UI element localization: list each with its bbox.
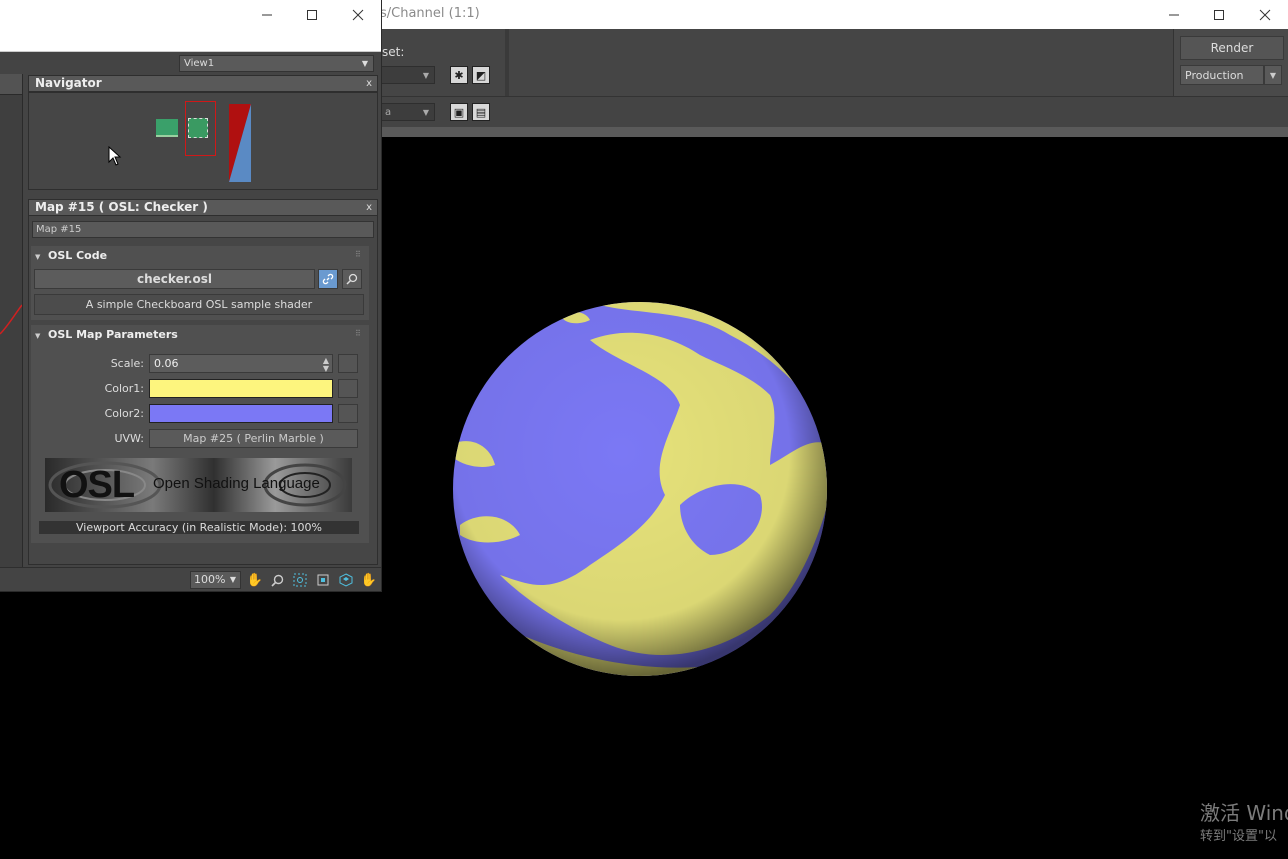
rendered-sphere (453, 302, 827, 676)
render-mode-select[interactable]: Production (1180, 65, 1264, 85)
slate-menubar (0, 30, 381, 52)
close-icon[interactable]: x (366, 76, 372, 91)
navigator-header[interactable]: Navigator x (28, 75, 378, 92)
toolbar-divider (505, 29, 509, 96)
pan-hand-icon[interactable]: ✋ (246, 571, 264, 589)
zoom-select[interactable]: 100% ▼ (190, 571, 241, 589)
drag-handle-icon[interactable]: ⠿ (355, 250, 362, 259)
maximize-icon[interactable] (289, 0, 335, 29)
color1-label: Color1: (104, 382, 144, 395)
channel-dropdown[interactable]: a ▼ (381, 103, 435, 121)
navigator-selected-node (188, 118, 208, 138)
minimize-icon[interactable] (1151, 0, 1197, 29)
osl-logo: OSL Open Shading Language (45, 458, 352, 512)
zoom-extents-icon[interactable] (314, 571, 332, 589)
osl-logo-caption: Open Shading Language (153, 475, 320, 492)
navigator-material-node (229, 104, 251, 182)
color1-swatch[interactable] (149, 379, 333, 398)
preset-label: set: (382, 45, 405, 59)
close-icon[interactable] (335, 0, 381, 29)
zoom-icon[interactable] (268, 571, 286, 589)
color2-map-slot[interactable] (338, 404, 358, 423)
viewport-accuracy: Viewport Accuracy (in Realistic Mode): 1… (39, 521, 359, 534)
render-button[interactable]: Render (1180, 36, 1284, 60)
map-panel-header[interactable]: Map #15 ( OSL: Checker ) x (28, 199, 378, 216)
color2-label: Color2: (104, 407, 144, 420)
map-name-field[interactable]: Map #15 (32, 221, 374, 238)
display-window-icon[interactable]: ▣ (450, 103, 468, 121)
osl-logo-mark: OSL (59, 464, 135, 506)
color1-map-slot[interactable] (338, 379, 358, 398)
save-preset-icon[interactable]: ✱ (450, 66, 468, 84)
shader-file-button[interactable]: checker.osl (34, 269, 315, 289)
uvw-label: UVW: (114, 432, 144, 445)
chevron-down-icon: ▼ (229, 575, 236, 584)
spinner-arrows-icon[interactable]: ▲ ▼ (323, 355, 329, 373)
scale-spinner[interactable]: 0.06 ▲ ▼ (149, 354, 333, 373)
shader-description: A simple Checkboard OSL sample shader (34, 294, 364, 315)
close-icon[interactable]: x (366, 200, 372, 215)
view-tab-edge (0, 74, 22, 95)
scale-label: Scale: (110, 357, 144, 370)
navigator-node (156, 119, 178, 137)
color2-swatch[interactable] (149, 404, 333, 423)
navigator-title: Navigator (35, 76, 102, 90)
preset-dropdown[interactable]: ▼ (381, 66, 435, 84)
map-panel-title: Map #15 ( OSL: Checker ) (35, 200, 208, 214)
scale-map-slot[interactable] (338, 354, 358, 373)
zoom-selected-icon[interactable] (337, 571, 355, 589)
mouse-cursor-icon (108, 146, 122, 166)
zoom-region-icon[interactable] (291, 571, 309, 589)
uvw-map-button[interactable]: Map #25 ( Perlin Marble ) (149, 429, 358, 448)
wire-connection (0, 304, 22, 335)
link-icon[interactable] (318, 269, 338, 289)
minimize-icon[interactable] (244, 0, 290, 29)
search-icon[interactable] (342, 269, 362, 289)
render-window-title: s/Channel (1:1) (380, 6, 480, 21)
collapse-triangle-icon[interactable]: ▼ (35, 328, 40, 341)
osl-params-title[interactable]: OSL Map Parameters (48, 328, 178, 341)
pan-view-icon[interactable]: ✋ (360, 571, 378, 589)
close-icon[interactable] (1242, 0, 1288, 29)
chevron-down-icon[interactable]: ▼ (1264, 65, 1282, 85)
activation-watermark-hint: 转到"设置"以 (1200, 829, 1277, 844)
collapse-triangle-icon[interactable]: ▼ (35, 249, 40, 262)
render-window-icon[interactable]: ▤ (472, 103, 490, 121)
view-select[interactable]: View1 ▼ (179, 55, 374, 72)
drag-handle-icon[interactable]: ⠿ (355, 329, 362, 338)
slate-material-editor-window: View1 ▼ Navigator x Map #15 ( OSL: Checke… (0, 0, 382, 592)
activation-watermark-title: 激活 Wind (1200, 801, 1288, 825)
maximize-icon[interactable] (1196, 0, 1242, 29)
environment-icon[interactable]: ◩ (472, 66, 490, 84)
osl-code-title[interactable]: OSL Code (48, 249, 107, 262)
chevron-down-icon: ▼ (361, 59, 368, 68)
